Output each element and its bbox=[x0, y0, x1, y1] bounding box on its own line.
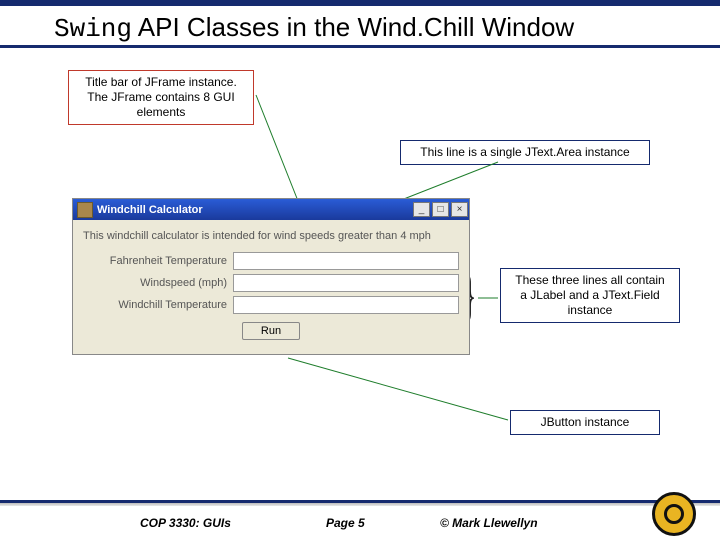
callout-three-lines: These three lines all contain a JLabel a… bbox=[500, 268, 680, 323]
jtextfield-windchill[interactable] bbox=[233, 296, 459, 314]
maximize-button[interactable]: □ bbox=[432, 202, 449, 217]
field-row-1: Windspeed (mph) bbox=[83, 274, 459, 292]
page-title: Swing API Classes in the Wind.Chill Wind… bbox=[0, 6, 720, 44]
jlabel-fahrenheit: Fahrenheit Temperature bbox=[83, 255, 233, 267]
java-cup-icon bbox=[77, 202, 93, 218]
callout-titlebar: Title bar of JFrame instance. The JFrame… bbox=[68, 70, 254, 125]
jtextfield-windspeed[interactable] bbox=[233, 274, 459, 292]
ucf-logo bbox=[652, 492, 696, 536]
jtextfield-fahrenheit[interactable] bbox=[233, 252, 459, 270]
field-row-2: Windchill Temperature bbox=[83, 296, 459, 314]
footer: COP 3330: GUIs Page 5 © Mark Llewellyn bbox=[0, 506, 720, 540]
button-row: Run bbox=[83, 322, 459, 340]
close-button[interactable]: × bbox=[451, 202, 468, 217]
logo-inner bbox=[664, 504, 684, 524]
footer-course: COP 3330: GUIs bbox=[140, 516, 231, 530]
field-row-0: Fahrenheit Temperature bbox=[83, 252, 459, 270]
title-band: Swing API Classes in the Wind.Chill Wind… bbox=[0, 6, 720, 48]
windchill-window: Windchill Calculator _ □ × This windchil… bbox=[72, 198, 470, 355]
callout-textarea: This line is a single JText.Area instanc… bbox=[400, 140, 650, 165]
window-title-text: Windchill Calculator bbox=[97, 204, 412, 216]
title-mono: Swing bbox=[54, 14, 132, 44]
jlabel-windchill: Windchill Temperature bbox=[83, 299, 233, 311]
window-titlebar: Windchill Calculator _ □ × bbox=[72, 198, 470, 220]
footer-copyright: © Mark Llewellyn bbox=[440, 516, 538, 530]
footer-page: Page 5 bbox=[326, 516, 365, 530]
window-body: This windchill calculator is intended fo… bbox=[72, 220, 470, 355]
title-rest: API Classes in the Wind.Chill Window bbox=[132, 12, 574, 42]
run-button[interactable]: Run bbox=[242, 322, 300, 340]
jlabel-windspeed: Windspeed (mph) bbox=[83, 277, 233, 289]
callout-button: JButton instance bbox=[510, 410, 660, 435]
minimize-button[interactable]: _ bbox=[413, 202, 430, 217]
jtextarea-description: This windchill calculator is intended fo… bbox=[83, 230, 459, 242]
